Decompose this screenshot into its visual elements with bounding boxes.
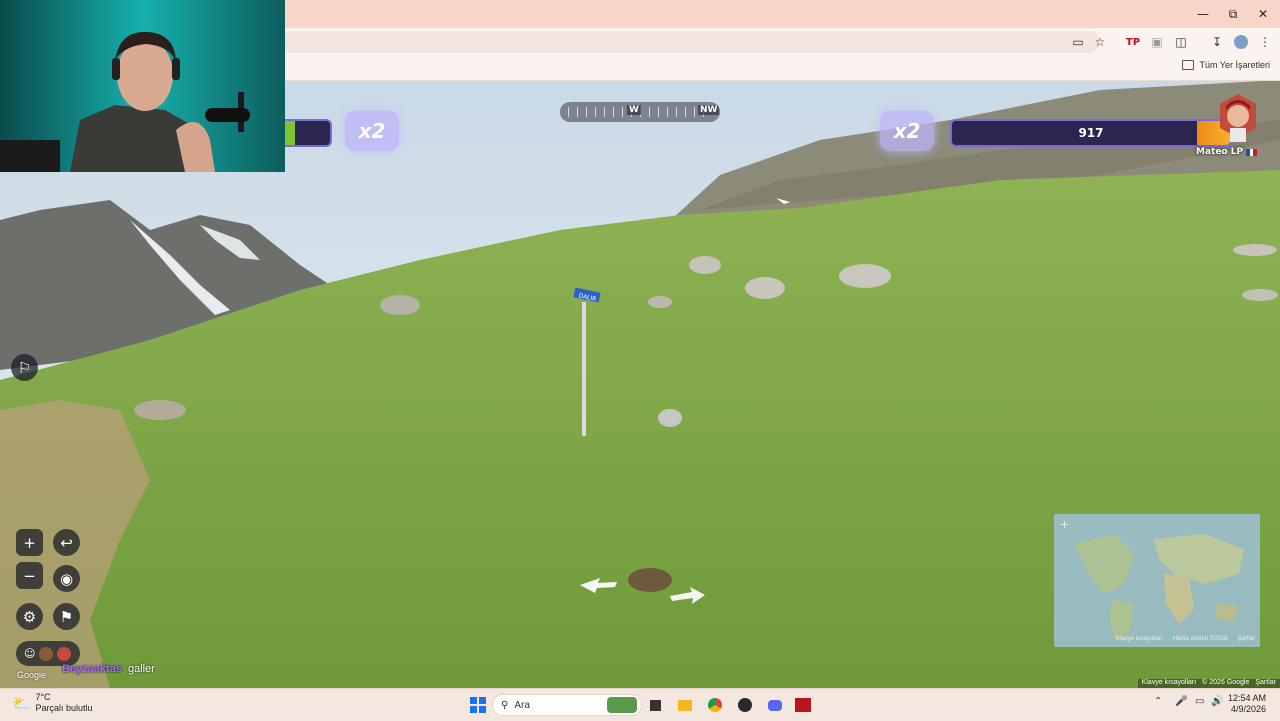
player-avatar-small: [39, 646, 54, 661]
guess-minimap[interactable]: + Klavye kısayolları Harita verileri ©20…: [1054, 514, 1260, 647]
clock-date: 4/9/2026: [1230, 704, 1266, 714]
chat-username: Beyzaaktas: [62, 663, 122, 675]
volume-icon[interactable]: 🔊: [1211, 696, 1223, 707]
map-attribution: Klavye kısayolları © 2026 Google Şartlar: [1137, 679, 1280, 688]
widgets-thumbnail-icon[interactable]: [606, 695, 638, 715]
player-name: Mateo LP: [1196, 147, 1258, 157]
terms-link[interactable]: Şartlar: [1255, 679, 1276, 688]
weather-widget[interactable]: ⛅ 7°C Parçalı bulutlu: [12, 692, 92, 714]
windows-start-icon[interactable]: [468, 695, 488, 715]
taskbar-clock[interactable]: 12:54 AM 4/9/2026: [1228, 693, 1266, 715]
weather-temp: 7°C: [35, 692, 51, 702]
tray-chevron-icon[interactable]: ⌃: [1154, 696, 1162, 707]
file-explorer-icon[interactable]: [675, 695, 695, 715]
all-bookmarks-folder[interactable]: Tüm Yer İşaretleri: [1182, 60, 1270, 70]
chrome-icon[interactable]: [705, 695, 725, 715]
kebab-menu-icon[interactable]: ⋮: [1255, 32, 1275, 52]
minimap-shortcuts[interactable]: Klavye kısayolları: [1116, 636, 1163, 642]
search-icon: ⚲: [501, 699, 509, 711]
puzzle-icon[interactable]: ◫: [1171, 32, 1191, 52]
cloud-sun-icon: ⛅: [12, 694, 30, 711]
task-view-icon[interactable]: [645, 695, 665, 715]
right-multiplier-badge: x2: [880, 111, 934, 151]
france-flag-icon: [1246, 148, 1258, 156]
report-location-icon[interactable]: ⚐: [11, 354, 38, 381]
player-avatar: [1216, 92, 1260, 144]
close-icon[interactable]: ✕: [1248, 0, 1278, 28]
player-health-value: 917: [1078, 126, 1104, 140]
left-multiplier-badge: x2: [345, 111, 399, 151]
extension-tp-icon[interactable]: TP: [1123, 32, 1143, 52]
restore-icon[interactable]: ⧉: [1218, 0, 1248, 28]
obs-icon[interactable]: [735, 695, 755, 715]
opponent-health-bar: [285, 119, 332, 147]
minimap-terms[interactable]: Şartlar: [1237, 636, 1255, 642]
all-bookmarks-label: Tüm Yer İşaretleri: [1199, 60, 1270, 70]
compass-west-label: W: [627, 105, 641, 115]
player-name-label: Mateo LP: [1196, 147, 1244, 157]
player-health-bar: 917: [950, 119, 1232, 147]
copyright-text: © 2026 Google: [1202, 679, 1250, 686]
display-icon[interactable]: ▭: [1195, 696, 1204, 707]
folder-icon: [1182, 60, 1195, 70]
extension-icon[interactable]: ▣: [1147, 32, 1167, 52]
minimize-icon[interactable]: —: [1188, 0, 1218, 28]
app-icon[interactable]: [793, 695, 813, 715]
undo-move-button[interactable]: ↩: [53, 529, 80, 556]
bookmark-star-icon[interactable]: ☆: [1090, 32, 1110, 52]
weather-desc: Parçalı bulutlu: [35, 703, 93, 713]
compass: W NW: [560, 102, 720, 122]
microphone-icon[interactable]: 🎤: [1175, 696, 1187, 707]
download-icon[interactable]: ↧: [1207, 32, 1227, 52]
compass-northwest-label: NW: [698, 105, 720, 115]
address-bar[interactable]: [280, 31, 1100, 53]
chat-text: galler: [127, 663, 155, 675]
chat-message: Beyzaaktas galler: [62, 663, 155, 675]
zoom-out-button[interactable]: −: [16, 562, 43, 589]
clock-time: 12:54 AM: [1227, 693, 1266, 703]
discord-icon[interactable]: [765, 695, 785, 715]
profile-avatar-icon[interactable]: [1231, 32, 1251, 52]
webcam-overlay: [0, 0, 285, 172]
expand-map-icon[interactable]: +: [1060, 518, 1069, 531]
google-logo: Google: [17, 670, 47, 680]
opponent-avatar-small: [57, 646, 72, 661]
settings-gear-icon[interactable]: ⚙: [16, 603, 43, 630]
flag-icon[interactable]: ⚑: [53, 603, 80, 630]
cast-icon[interactable]: ▭: [1068, 32, 1088, 52]
keyboard-shortcuts-link[interactable]: Klavye kısayolları: [1142, 679, 1196, 688]
minimap-data: Harita verileri ©2026: [1172, 636, 1228, 642]
people-icon: ☺: [24, 647, 36, 660]
search-placeholder: Ara: [514, 699, 530, 711]
return-to-start-icon[interactable]: ◉: [53, 565, 80, 592]
zoom-in-button[interactable]: +: [16, 529, 43, 556]
